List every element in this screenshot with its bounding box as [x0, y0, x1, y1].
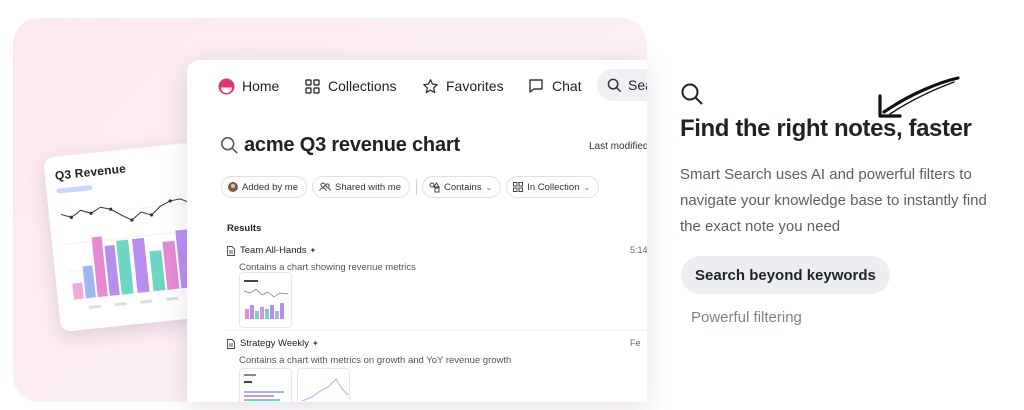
grid-icon	[303, 77, 321, 95]
notes-app-window: Home Collections Favorites Chat Se acme …	[187, 60, 647, 402]
filter-label: Shared with me	[334, 181, 401, 193]
chat-bubble-icon	[527, 77, 545, 95]
result-time: Fe	[630, 338, 641, 348]
sparkle-icon: ✦	[309, 246, 317, 255]
nav-chat-label: Chat	[552, 78, 582, 94]
chevron-down-icon: ⌄	[583, 182, 591, 192]
search-icon	[607, 78, 622, 93]
result-divider	[227, 330, 647, 331]
sparkle-icon: ✦	[312, 339, 319, 348]
nav-favorites-label: Favorites	[446, 78, 504, 94]
query-search-icon	[220, 136, 239, 155]
avatar-icon	[228, 182, 238, 192]
search-beyond-keywords-button[interactable]: Search beyond keywords	[681, 256, 890, 294]
filter-added-by-me[interactable]: Added by me	[221, 176, 307, 198]
feature-title: Find the right notes, faster	[680, 115, 972, 142]
result-title: Strategy Weekly	[240, 338, 309, 349]
nav-search-label: Sea	[628, 77, 647, 93]
search-icon	[680, 82, 704, 111]
document-icon	[227, 245, 235, 256]
result-description: Contains a chart with metrics on growth …	[239, 355, 512, 366]
query-text: acme Q3 revenue chart	[244, 134, 460, 156]
result-thumbnail	[239, 368, 292, 402]
result-title: Team All-Hands	[240, 245, 307, 256]
filter-bar: Added by me Shared with me Contains ⌄ In…	[221, 176, 604, 198]
users-icon	[319, 182, 331, 192]
nav-home-label: Home	[242, 78, 280, 94]
nav-favorites[interactable]: Favorites	[421, 76, 504, 96]
result-description: Contains a chart showing revenue metrics	[239, 262, 416, 273]
nav-collections-label: Collections	[328, 78, 397, 94]
shapes-icon	[429, 181, 440, 193]
result-thumbnail	[239, 272, 292, 328]
grid-icon	[513, 182, 524, 192]
filter-shared-with-me[interactable]: Shared with me	[311, 176, 410, 198]
nav-home[interactable]: Home	[217, 76, 279, 96]
result-thumbnail	[297, 368, 350, 402]
nav-search[interactable]: Sea	[597, 69, 647, 101]
powerful-filtering-link[interactable]: Powerful filtering	[691, 309, 802, 326]
result-time: 5:14	[630, 245, 647, 255]
result-item[interactable]: Team All-Hands ✦ Contains a chart showin…	[227, 245, 647, 273]
result-item[interactable]: Strategy Weekly ✦ Contains a chart with …	[227, 338, 647, 366]
q3-card-title: Q3 Revenue	[54, 161, 127, 183]
filter-in-collection[interactable]: In Collection ⌄	[506, 176, 600, 198]
filter-label: In Collection	[527, 181, 580, 193]
top-nav: Home Collections Favorites Chat Sea	[187, 60, 647, 110]
feature-description: Smart Search uses AI and powerful filter…	[680, 166, 987, 235]
chevron-down-icon: ⌄	[485, 182, 493, 192]
nav-chat[interactable]: Chat	[527, 76, 582, 96]
nav-collections[interactable]: Collections	[303, 76, 396, 96]
results-heading: Results	[227, 223, 262, 234]
app-logo-icon	[217, 77, 235, 95]
search-query[interactable]: acme Q3 revenue chart	[220, 134, 460, 157]
filter-label: Added by me	[242, 181, 298, 193]
sort-dropdown[interactable]: Last modified	[589, 141, 647, 152]
filter-label: Contains	[444, 181, 482, 193]
document-icon	[227, 338, 235, 349]
filter-contains[interactable]: Contains ⌄	[422, 176, 502, 198]
star-icon	[421, 77, 439, 95]
filter-separator	[416, 179, 417, 195]
